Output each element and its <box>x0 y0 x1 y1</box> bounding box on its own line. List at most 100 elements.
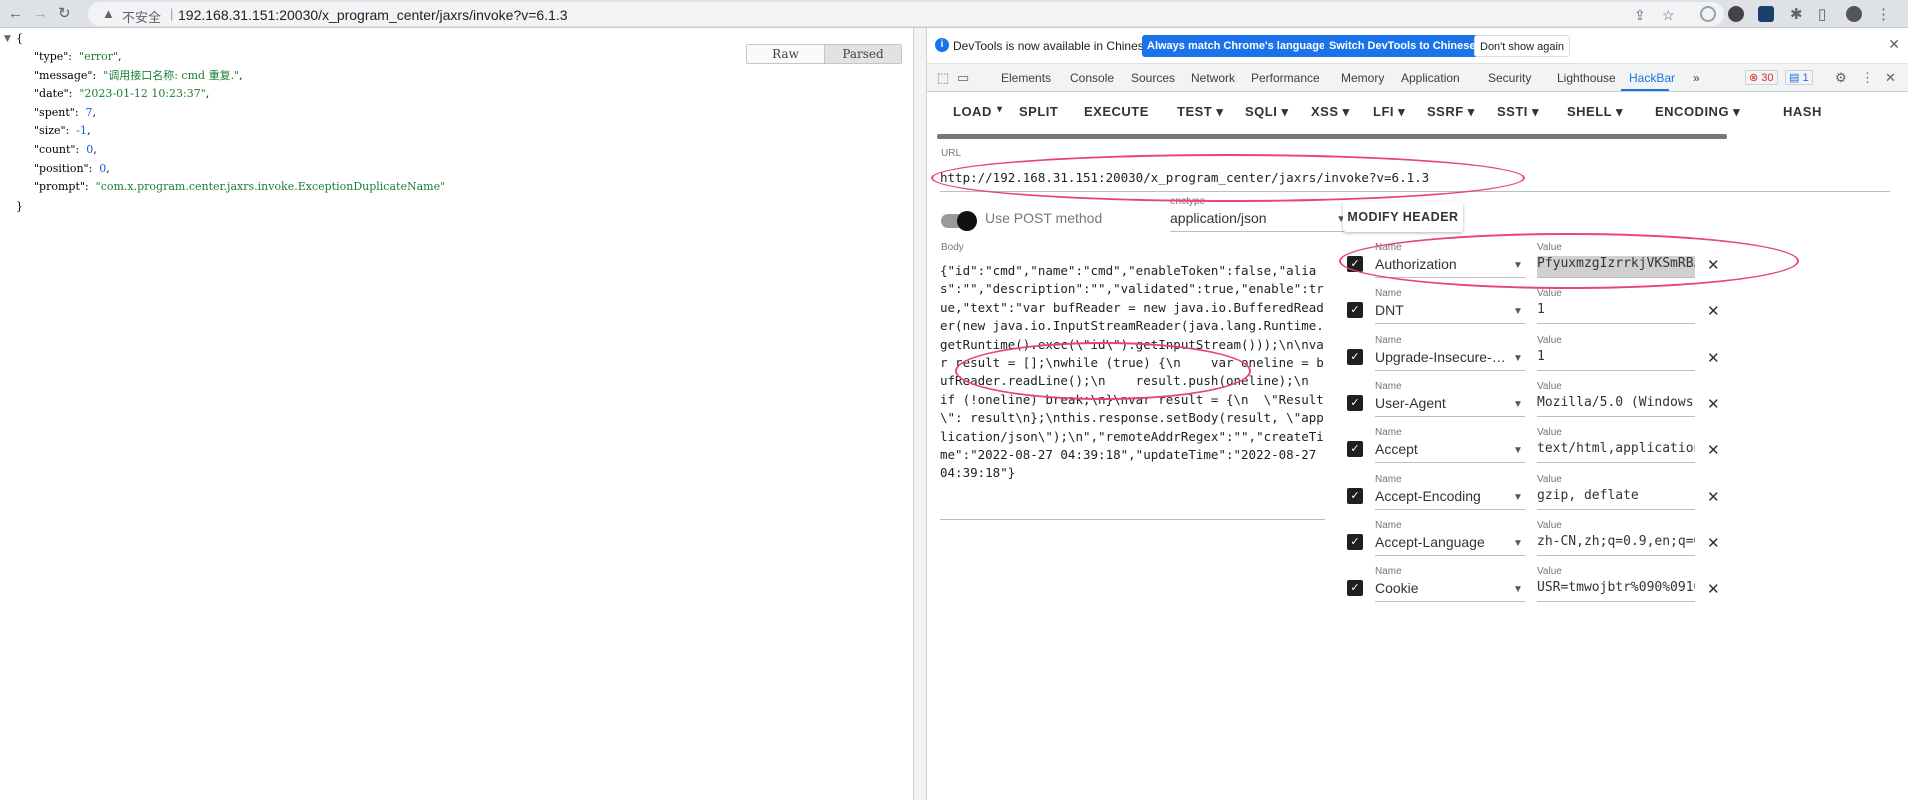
collapse-toggle-icon[interactable]: ▼ <box>4 32 11 46</box>
header-name-select[interactable]: Accept-Language <box>1375 534 1525 556</box>
header-enabled-checkbox[interactable]: ✓ <box>1347 533 1363 550</box>
tab-lighthouse[interactable]: Lighthouse <box>1557 71 1616 85</box>
active-tab-indicator <box>1621 89 1669 91</box>
back-icon[interactable]: ← <box>8 6 23 22</box>
tab-elements[interactable]: Elements <box>1001 71 1051 85</box>
raw-button[interactable]: Raw <box>747 45 824 63</box>
header-name-select[interactable]: User-Agent <box>1375 395 1525 417</box>
header-name-select[interactable]: Cookie <box>1375 580 1525 603</box>
body-textarea[interactable]: {"id":"cmd","name":"cmd","enableToken":f… <box>940 262 1325 520</box>
remove-header-icon[interactable]: ✕ <box>1707 395 1720 413</box>
header-row: ✓ Name Value Upgrade-Insecure-Requests▼ 1 ✕ <box>1347 335 1907 381</box>
remove-header-icon[interactable]: ✕ <box>1707 580 1720 598</box>
device-toolbar-icon[interactable]: ▭ <box>957 70 969 86</box>
remove-header-icon[interactable]: ✕ <box>1707 488 1720 506</box>
message-count-badge[interactable]: ▤ 1 <box>1785 70 1813 85</box>
browser-toolbar: ← → ↻ ▲ 不安全 | 192.168.31.151:20030/x_pro… <box>0 0 1908 28</box>
url-input[interactable]: http://192.168.31.151:20030/x_program_ce… <box>940 170 1890 192</box>
sqli-menu-button[interactable]: SQLI ▾ <box>1245 104 1288 120</box>
post-method-toggle[interactable] <box>941 211 977 231</box>
customize-menu-icon[interactable]: ⋮ <box>1861 70 1874 86</box>
always-match-language-button[interactable]: Always match Chrome's language <box>1142 35 1331 57</box>
header-value-input[interactable]: gzip, deflate <box>1537 488 1695 510</box>
header-value-input[interactable]: zh-CN,zh;q=0.9,en;q=0 <box>1537 534 1695 556</box>
extension-download-icon[interactable] <box>1758 6 1774 22</box>
header-value-input[interactable]: Mozilla/5.0 (Windows <box>1537 395 1695 417</box>
load-dropdown-icon[interactable]: ▾ <box>997 104 1003 115</box>
json-key: "message": <box>34 68 104 82</box>
tab-security[interactable]: Security <box>1488 71 1531 85</box>
address-bar[interactable]: ▲ 不安全 | 192.168.31.151:20030/x_program_c… <box>88 2 1724 26</box>
switch-to-chinese-button[interactable]: Switch DevTools to Chinese <box>1324 35 1481 57</box>
share-icon[interactable]: ⇪ <box>1634 7 1646 24</box>
tab-console[interactable]: Console <box>1070 71 1114 85</box>
tab-sources[interactable]: Sources <box>1131 71 1175 85</box>
execute-button[interactable]: EXECUTE <box>1084 104 1149 119</box>
panel-divider[interactable] <box>913 28 927 800</box>
remove-header-icon[interactable]: ✕ <box>1707 256 1720 274</box>
side-panel-icon[interactable]: ▯ <box>1818 5 1826 23</box>
tab-application[interactable]: Application <box>1401 71 1460 85</box>
xss-menu-button[interactable]: XSS ▾ <box>1311 104 1350 120</box>
header-name-select[interactable]: Accept-Encoding <box>1375 488 1525 510</box>
chrome-menu-icon[interactable]: ⋮ <box>1876 5 1891 23</box>
encoding-label: ENCODING <box>1655 104 1730 119</box>
forward-icon[interactable]: → <box>33 6 48 22</box>
ssti-menu-button[interactable]: SSTI ▾ <box>1497 104 1539 120</box>
remove-header-icon[interactable]: ✕ <box>1707 349 1720 367</box>
extension-hat-icon[interactable] <box>1728 6 1744 22</box>
header-value-input[interactable]: 1 <box>1537 349 1695 371</box>
profile-avatar[interactable] <box>1846 6 1862 22</box>
tab-network[interactable]: Network <box>1191 71 1235 85</box>
header-name-select[interactable]: Authorization <box>1375 256 1525 278</box>
dropdown-arrow-icon: ▼ <box>1513 537 1523 549</box>
header-name-select[interactable]: Accept <box>1375 441 1525 464</box>
parsed-button[interactable]: Parsed <box>824 45 901 63</box>
header-enabled-checkbox[interactable]: ✓ <box>1347 348 1363 365</box>
toolbar-scrollbar[interactable] <box>937 134 1727 139</box>
tab-hackbar[interactable]: HackBar <box>1629 71 1675 85</box>
extensions-puzzle-icon[interactable]: ✱ <box>1790 5 1803 23</box>
remove-header-icon[interactable]: ✕ <box>1707 302 1720 320</box>
tab-memory[interactable]: Memory <box>1341 71 1384 85</box>
header-name-select[interactable]: Upgrade-Insecure-Requests <box>1375 349 1525 371</box>
modify-header-button[interactable]: MODIFY HEADER <box>1343 202 1463 232</box>
header-value-input[interactable]: 1 <box>1537 302 1695 325</box>
tab-performance[interactable]: Performance <box>1251 71 1320 85</box>
dropdown-arrow-icon: ▼ <box>1513 260 1523 271</box>
inspect-element-icon[interactable]: ⬚ <box>937 70 949 86</box>
reload-icon[interactable]: ↻ <box>58 6 71 22</box>
split-button[interactable]: SPLIT <box>1019 104 1058 119</box>
extension-circle-icon[interactable] <box>1700 6 1716 22</box>
load-button[interactable]: LOAD <box>953 104 992 119</box>
header-value-input[interactable]: text/html,application <box>1537 441 1695 464</box>
close-icon[interactable]: ✕ <box>1888 36 1900 53</box>
header-enabled-checkbox[interactable]: ✓ <box>1347 302 1363 319</box>
more-tabs-icon[interactable]: » <box>1693 71 1700 85</box>
header-row: ✓ Name Value DNT ▼ 1 ✕ <box>1347 288 1907 334</box>
lfi-menu-button[interactable]: LFI ▾ <box>1373 104 1405 120</box>
ssrf-menu-button[interactable]: SSRF ▾ <box>1427 104 1475 120</box>
hash-menu-button[interactable]: HASH <box>1783 104 1822 119</box>
header-enabled-checkbox[interactable]: ✓ <box>1347 487 1363 504</box>
enctype-select[interactable]: application/json ▼ <box>1170 210 1352 232</box>
shell-menu-button[interactable]: SHELL ▾ <box>1567 104 1623 120</box>
error-count-badge[interactable]: ⊗ 30 <box>1745 70 1778 85</box>
test-menu-button[interactable]: TEST ▾ <box>1177 104 1223 120</box>
remove-header-icon[interactable]: ✕ <box>1707 534 1720 552</box>
encoding-menu-button[interactable]: ENCODING ▾ <box>1655 104 1740 120</box>
dropdown-arrow-icon: ▼ <box>1513 491 1523 503</box>
header-enabled-checkbox[interactable]: ✓ <box>1347 256 1363 272</box>
header-value-input[interactable]: USR=tmwojbtr%090%0916 <box>1537 580 1695 603</box>
dont-show-again-button[interactable]: Don't show again <box>1474 35 1571 57</box>
remove-header-icon[interactable]: ✕ <box>1707 441 1720 459</box>
header-value-input[interactable]: PfyuxmzgIzrrkjVKSmRBJ <box>1537 256 1695 278</box>
settings-gear-icon[interactable]: ⚙ <box>1835 70 1847 86</box>
header-enabled-checkbox[interactable]: ✓ <box>1347 394 1363 411</box>
header-enabled-checkbox[interactable]: ✓ <box>1347 580 1363 597</box>
bookmark-star-icon[interactable]: ☆ <box>1662 7 1675 24</box>
address-text[interactable]: 192.168.31.151:20030/x_program_center/ja… <box>178 7 568 23</box>
header-enabled-checkbox[interactable]: ✓ <box>1347 441 1363 458</box>
header-name-select[interactable]: DNT <box>1375 302 1525 325</box>
close-devtools-icon[interactable]: ✕ <box>1885 70 1896 86</box>
